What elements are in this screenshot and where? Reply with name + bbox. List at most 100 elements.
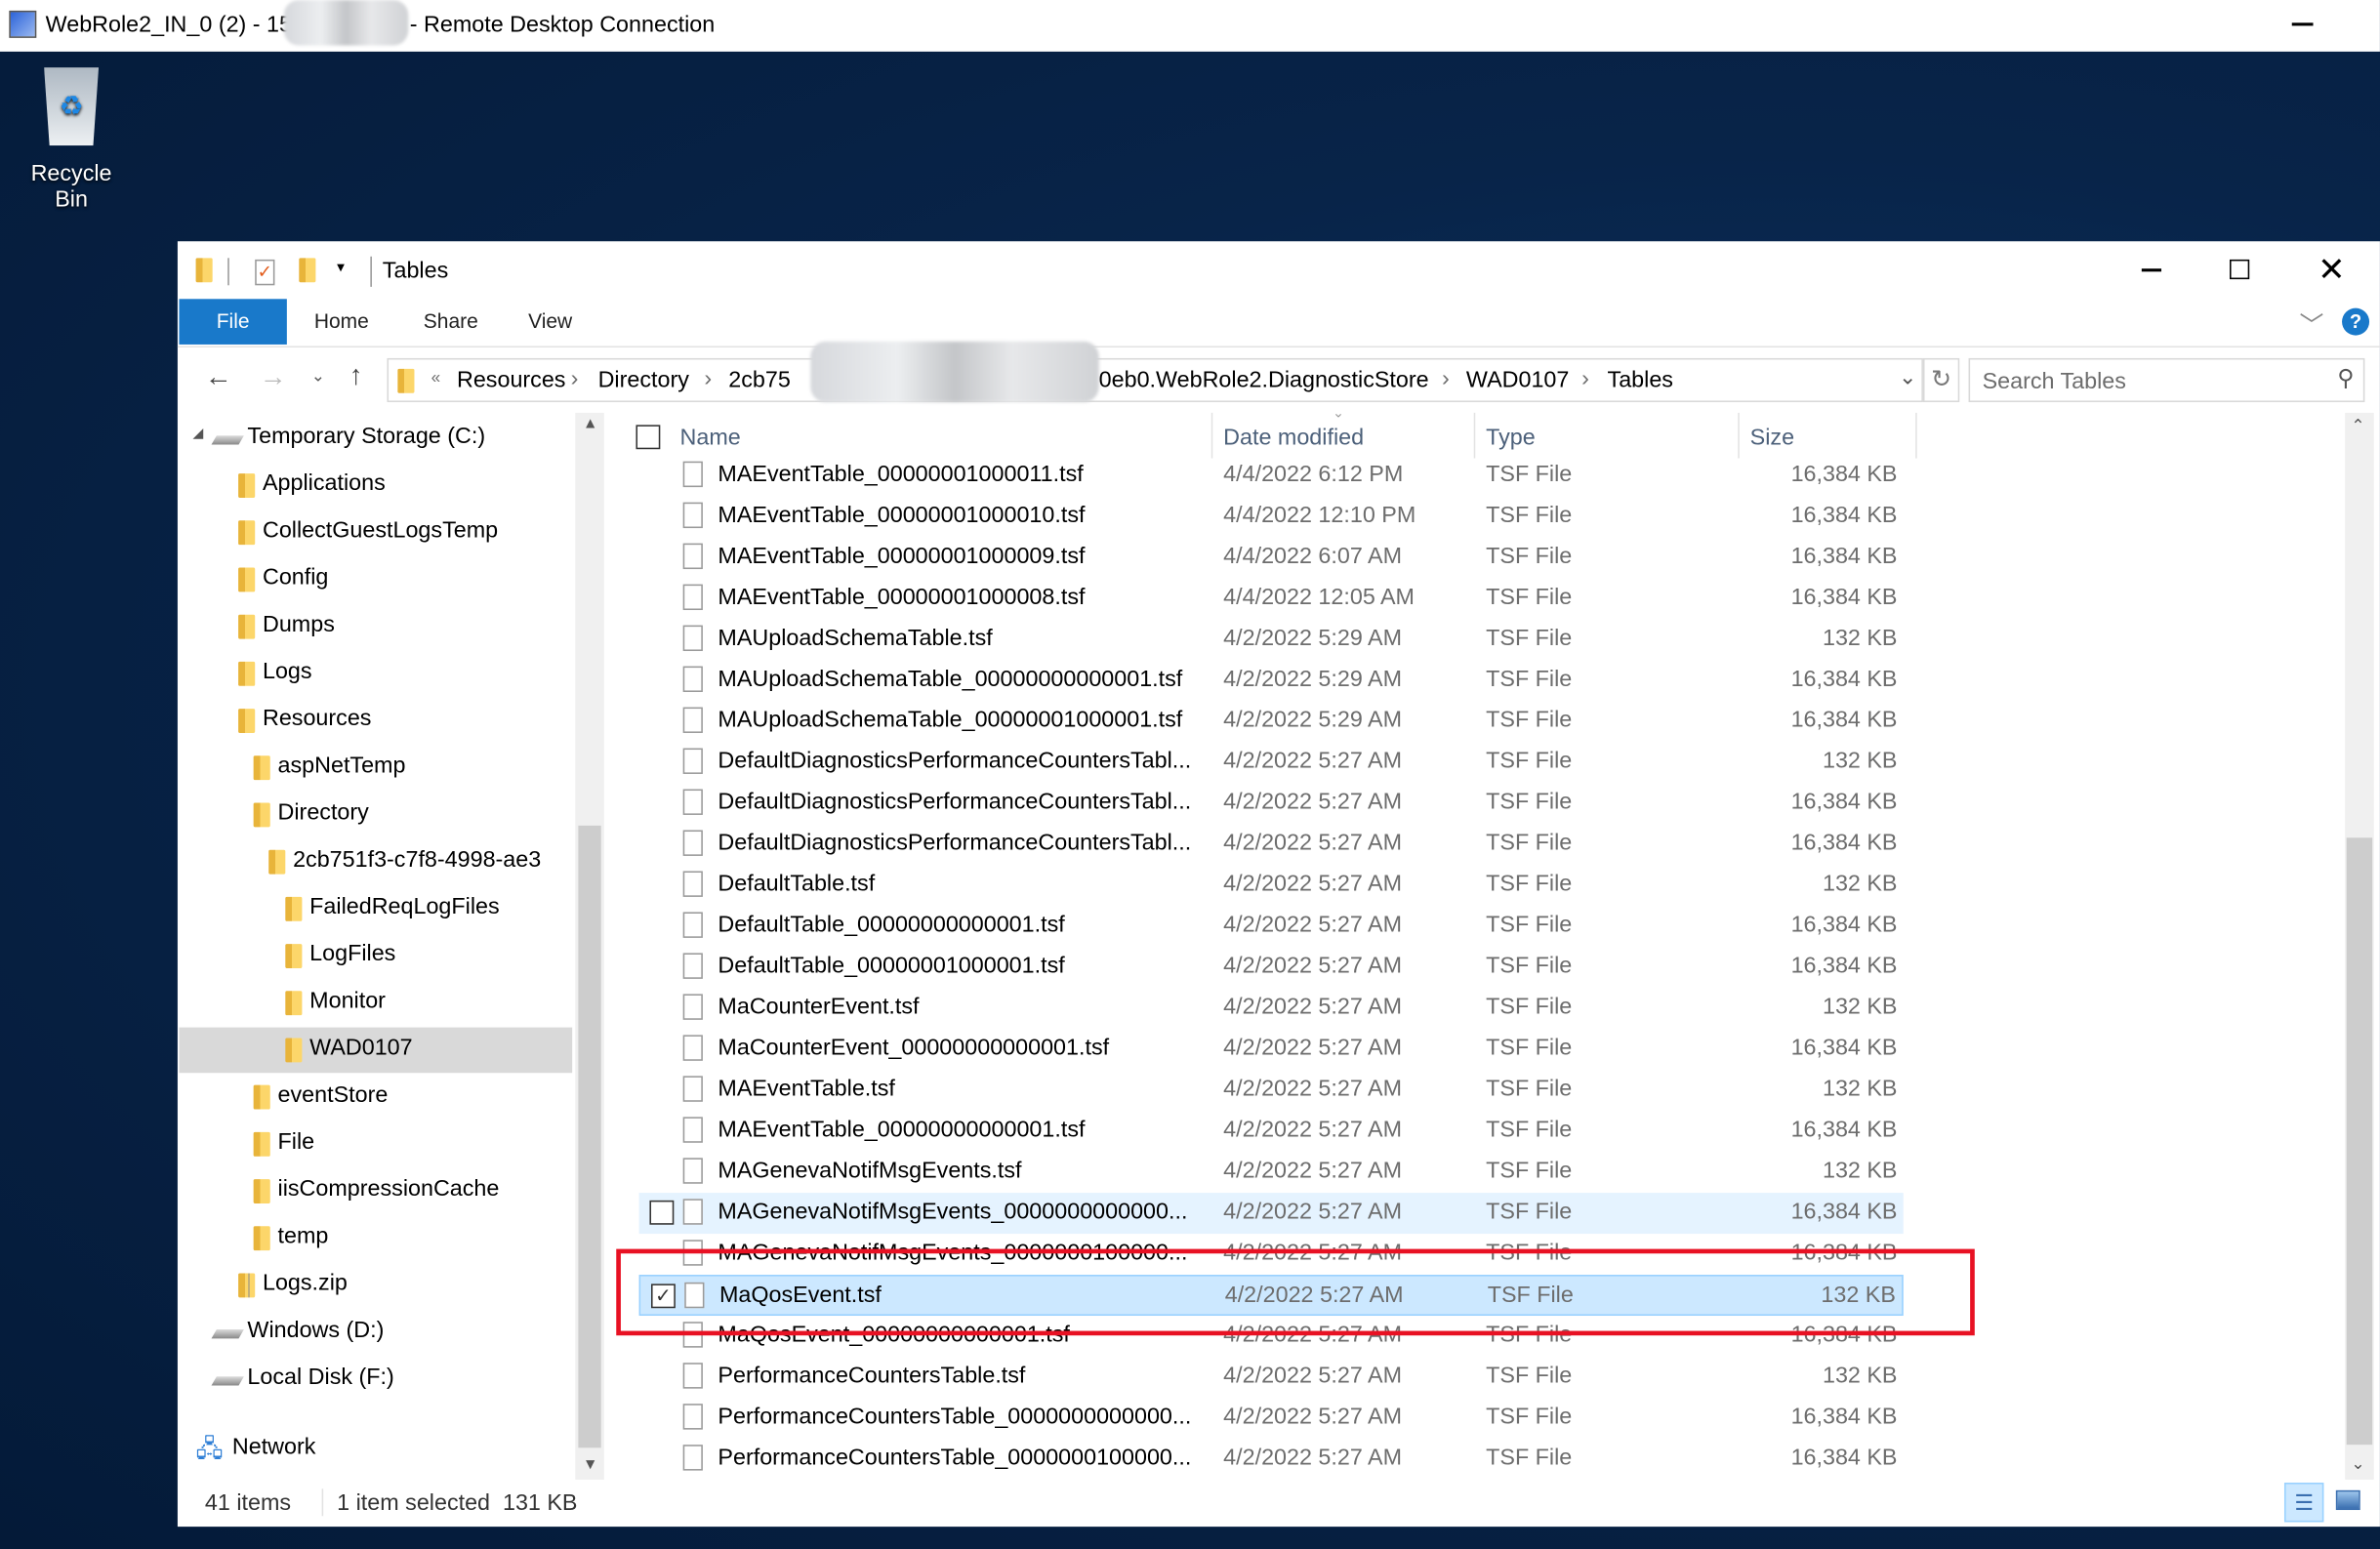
- nav-item[interactable]: Local Disk (F:): [179, 1357, 572, 1403]
- collapse-arrow-icon[interactable]: ◢: [192, 425, 203, 441]
- large-icons-view-button[interactable]: [2335, 1489, 2360, 1511]
- search-input[interactable]: Search Tables ⚲: [1968, 357, 2365, 403]
- file-row[interactable]: MaCounterEvent.tsf 4/2/2022 5:27 AM TSF Fi…: [639, 988, 1904, 1029]
- folder-icon: [253, 1084, 270, 1110]
- tab-home[interactable]: Home: [314, 299, 369, 345]
- search-icon[interactable]: ⚲: [2337, 364, 2354, 391]
- nav-item[interactable]: eventStore: [179, 1075, 572, 1121]
- tab-view[interactable]: View: [528, 299, 572, 345]
- column-header-date-modified[interactable]: Date modified: [1223, 425, 1364, 450]
- expand-ribbon-chevron-icon[interactable]: ﹀: [2300, 306, 2324, 342]
- select-all-checkbox[interactable]: [636, 425, 661, 450]
- customize-toolbar-dropdown[interactable]: ▾: [337, 260, 345, 276]
- nav-item-label: File: [277, 1128, 315, 1156]
- nav-item[interactable]: ◢ Temporary Storage (C:): [179, 416, 572, 462]
- file-row[interactable]: MAUploadSchemaTable.tsf 4/2/2022 5:29 AM T…: [639, 619, 1904, 660]
- breadcrumb-separator-icon: ›: [1442, 365, 1450, 392]
- nav-item[interactable]: 2cb751f3-c7f8-4998-ae3: [179, 839, 572, 885]
- nav-item[interactable]: Config: [179, 557, 572, 603]
- rdp-minimize-button[interactable]: [2291, 22, 2314, 25]
- file-row[interactable]: MAEventTable.tsf 4/2/2022 5:27 AM TSF File…: [639, 1070, 1904, 1111]
- file-row[interactable]: MAEventTable_00000001000009.tsf 4/4/2022 …: [639, 537, 1904, 578]
- properties-icon[interactable]: ✓: [255, 259, 275, 286]
- nav-item[interactable]: Resources: [179, 698, 572, 744]
- file-row[interactable]: MAGenevaNotifMsgEvents.tsf 4/2/2022 5:27 …: [639, 1152, 1904, 1193]
- content-scrollbar[interactable]: ⌃ ⌄: [2345, 412, 2374, 1480]
- address-dropdown-icon[interactable]: ⌄: [1899, 364, 1916, 389]
- tab-file[interactable]: File: [179, 299, 287, 345]
- nav-item[interactable]: Windows (D:): [179, 1310, 572, 1356]
- address-bar[interactable]: « Resources › Directory › 2cb75 0eb0.Web…: [387, 341, 1923, 403]
- up-button[interactable]: ↑: [349, 359, 363, 391]
- nav-item[interactable]: Dumps: [179, 604, 572, 650]
- file-row[interactable]: DefaultTable_00000000000001.tsf 4/2/2022 …: [639, 906, 1904, 947]
- row-checkbox[interactable]: [649, 1200, 675, 1225]
- nav-item[interactable]: iisCompressionCache: [179, 1168, 572, 1214]
- file-row[interactable]: MAEventTable_00000000000001.tsf 4/2/2022 …: [639, 1111, 1904, 1152]
- nav-item[interactable]: WAD0107: [179, 1027, 573, 1074]
- content-scrollbar-thumb[interactable]: [2346, 837, 2373, 1446]
- file-row[interactable]: PerformanceCountersTable.tsf 4/2/2022 5:2…: [639, 1357, 1904, 1398]
- file-size: 132 KB: [1822, 1158, 1898, 1184]
- file-row[interactable]: MAEventTable_00000001000008.tsf 4/4/2022 …: [639, 578, 1904, 619]
- breadcrumb-directory[interactable]: Directory: [598, 367, 689, 392]
- column-header-size[interactable]: Size: [1750, 425, 1794, 450]
- file-row[interactable]: MaCounterEvent_00000000000001.tsf 4/2/202…: [639, 1029, 1904, 1070]
- nav-item[interactable]: LogFiles: [179, 933, 572, 979]
- file-row[interactable]: DefaultDiagnosticsPerformanceCountersTab…: [639, 824, 1904, 865]
- nav-item[interactable]: Logs: [179, 651, 572, 697]
- breadcrumb-overflow[interactable]: «: [431, 369, 441, 387]
- file-row[interactable]: DefaultTable_00000001000001.tsf 4/2/2022 …: [639, 947, 1904, 988]
- help-icon[interactable]: ?: [2342, 307, 2370, 336]
- breadcrumb-wad0107[interactable]: WAD0107: [1466, 367, 1569, 392]
- recycle-bin-label: Recycle Bin: [30, 160, 112, 213]
- nav-item[interactable]: File: [179, 1121, 572, 1167]
- file-row[interactable]: MAEventTable_00000001000011.tsf 4/4/2022 …: [639, 455, 1904, 496]
- file-row[interactable]: MAEventTable_00000001000010.tsf 4/4/2022 …: [639, 496, 1904, 537]
- maximize-button[interactable]: [2230, 259, 2250, 280]
- nav-scrollbar-thumb[interactable]: [578, 825, 601, 1448]
- nav-item[interactable]: Applications: [179, 463, 572, 509]
- nav-item[interactable]: 🖧 Network: [179, 1427, 572, 1473]
- close-button[interactable]: ✕: [2318, 251, 2346, 290]
- recent-locations-dropdown[interactable]: ⌄: [311, 366, 325, 386]
- nav-item[interactable]: CollectGuestLogsTemp: [179, 510, 572, 555]
- file-row[interactable]: DefaultTable.tsf 4/2/2022 5:27 AM TSF File…: [639, 865, 1904, 906]
- details-view-button[interactable]: ☰: [2283, 1483, 2324, 1523]
- nav-item[interactable]: aspNetTemp: [179, 745, 572, 791]
- minimize-button[interactable]: [2141, 268, 2162, 271]
- nav-item[interactable]: Monitor: [179, 980, 572, 1026]
- nav-scrollbar[interactable]: ▲ ▼: [575, 412, 604, 1480]
- file-date: 4/2/2022 5:27 AM: [1223, 789, 1403, 815]
- file-row[interactable]: MAUploadSchemaTable_00000001000001.tsf 4/…: [639, 701, 1904, 742]
- breadcrumb-diagnosticstore[interactable]: 0eb0.WebRole2.DiagnosticStore: [1099, 367, 1429, 392]
- breadcrumb-2cb75[interactable]: 2cb75: [728, 367, 791, 392]
- file-row[interactable]: MAGenevaNotifMsgEvents_0000000000000... 4…: [638, 1193, 1904, 1235]
- scroll-up-icon[interactable]: ▲: [583, 416, 597, 432]
- file-icon: [682, 584, 703, 611]
- file-row[interactable]: PerformanceCountersTable_0000000000000..…: [639, 1398, 1904, 1439]
- nav-item[interactable]: Directory: [179, 793, 572, 838]
- nav-item[interactable]: Logs.zip: [179, 1263, 572, 1309]
- recycle-bin[interactable]: ♻ Recycle Bin: [12, 61, 130, 213]
- forward-button[interactable]: →: [260, 361, 287, 393]
- breadcrumb-resources[interactable]: Resources: [457, 367, 565, 392]
- scroll-down-icon[interactable]: ▼: [583, 1457, 597, 1474]
- back-button[interactable]: ←: [205, 361, 232, 393]
- scroll-down-icon[interactable]: ⌄: [2351, 1453, 2364, 1474]
- file-row[interactable]: MAUploadSchemaTable_00000000000001.tsf 4/…: [639, 660, 1904, 701]
- nav-item[interactable]: FailedReqLogFiles: [179, 886, 572, 932]
- file-row[interactable]: DefaultDiagnosticsPerformanceCountersTab…: [639, 742, 1904, 783]
- file-row[interactable]: PerformanceCountersTable_0000000100000..…: [639, 1439, 1904, 1480]
- file-row[interactable]: DefaultDiagnosticsPerformanceCountersTab…: [639, 783, 1904, 824]
- nav-item[interactable]: temp: [179, 1215, 572, 1261]
- refresh-button[interactable]: ↻: [1922, 357, 1960, 403]
- scroll-up-icon[interactable]: ⌃: [2351, 416, 2364, 436]
- file-name: MAUploadSchemaTable.tsf: [718, 625, 993, 652]
- tab-share[interactable]: Share: [424, 299, 478, 345]
- column-header-name[interactable]: Name: [680, 425, 741, 450]
- breadcrumb-tables[interactable]: Tables: [1608, 367, 1673, 392]
- new-folder-icon[interactable]: [299, 258, 316, 283]
- column-header-type[interactable]: Type: [1486, 425, 1536, 450]
- nav-item-label: iisCompressionCache: [277, 1175, 500, 1203]
